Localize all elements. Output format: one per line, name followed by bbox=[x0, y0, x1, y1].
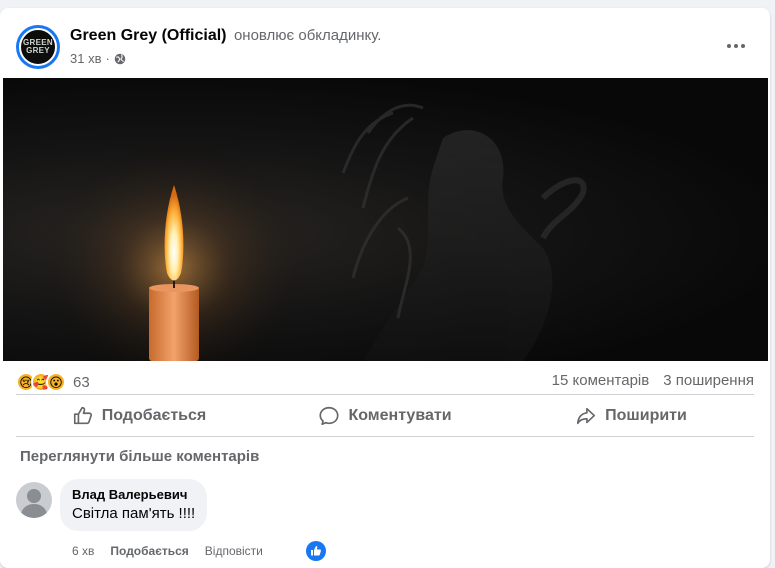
shares-count[interactable]: 3 поширення bbox=[663, 372, 754, 389]
reactions-summary[interactable]: 😢 🥰 😮 63 bbox=[16, 371, 90, 393]
thumbs-up-icon bbox=[311, 546, 321, 556]
dot-icon bbox=[741, 44, 745, 48]
post-timestamp[interactable]: 31 хв bbox=[70, 51, 101, 66]
share-arrow-icon bbox=[577, 407, 596, 425]
candle-illustration bbox=[34, 103, 587, 361]
comment-bubble-icon bbox=[319, 406, 340, 426]
comments-count[interactable]: 15 коментарів bbox=[552, 372, 650, 389]
comment-like-button[interactable]: Подобається bbox=[110, 544, 188, 558]
share-button[interactable]: Поширити bbox=[508, 398, 754, 434]
comment-bubble: Влад Валерьевич Світла пам'ять !!!! bbox=[60, 479, 208, 531]
comment-like-badge[interactable] bbox=[306, 541, 326, 561]
post-action-text: оновлює обкладинку. bbox=[233, 27, 382, 44]
comment-button[interactable]: Коментувати bbox=[262, 398, 508, 434]
dot-icon bbox=[727, 44, 731, 48]
commenter-avatar[interactable] bbox=[16, 482, 52, 518]
author-name[interactable]: Green Grey (Official) bbox=[70, 27, 227, 44]
post-header: Green Grey (Official) оновлює обкладинку… bbox=[70, 27, 381, 45]
thumbs-up-icon bbox=[73, 406, 92, 425]
share-label: Поширити bbox=[605, 407, 687, 424]
like-button[interactable]: Подобається bbox=[16, 398, 262, 434]
page-logo: GREEN GREY bbox=[19, 28, 57, 66]
comment-timestamp[interactable]: 6 хв bbox=[72, 544, 94, 558]
more-options-button[interactable] bbox=[720, 30, 752, 62]
view-more-comments-link[interactable]: Переглянути більше коментарів bbox=[20, 448, 259, 465]
figure-silhouette bbox=[341, 103, 587, 361]
cover-photo[interactable] bbox=[3, 78, 768, 361]
action-bar: Подобається Коментувати Поширити bbox=[16, 398, 754, 434]
comment-label: Коментувати bbox=[348, 407, 452, 424]
reactions-count[interactable]: 63 bbox=[73, 374, 90, 391]
post-card: GREEN GREY Green Grey (Official) оновлює… bbox=[0, 8, 770, 568]
candle bbox=[149, 287, 199, 361]
comment-reply-button[interactable]: Відповісти bbox=[205, 544, 263, 558]
wow-face-icon: 😮 bbox=[46, 372, 66, 392]
globe-icon[interactable] bbox=[114, 53, 126, 65]
divider bbox=[16, 394, 754, 395]
divider bbox=[16, 436, 754, 437]
page-avatar[interactable]: GREEN GREY bbox=[16, 25, 60, 69]
engagement-counts: 15 коментарів 3 поширення bbox=[552, 372, 754, 389]
comment-author[interactable]: Влад Валерьевич bbox=[72, 487, 195, 502]
logo-text: GREEN GREY bbox=[23, 38, 53, 55]
post-meta: 31 хв · bbox=[70, 51, 126, 66]
default-user-icon bbox=[20, 489, 48, 518]
like-label: Подобається bbox=[101, 407, 207, 424]
comment-text: Світла пам'ять !!!! bbox=[72, 505, 196, 522]
meta-separator: · bbox=[105, 51, 110, 66]
comment-meta: 6 хв Подобається Відповісти bbox=[72, 544, 263, 558]
dot-icon bbox=[734, 44, 738, 48]
